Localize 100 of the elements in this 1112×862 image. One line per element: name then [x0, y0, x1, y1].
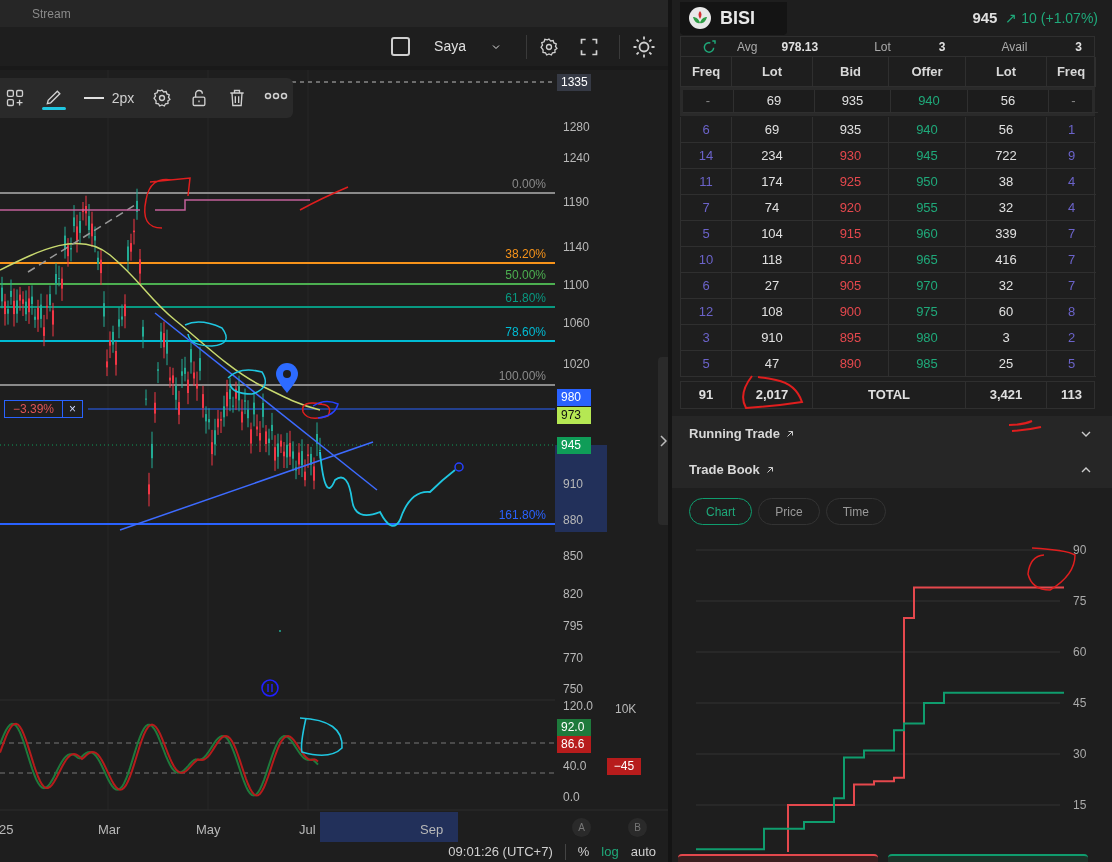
table-cell: 27: [732, 273, 813, 299]
collapse-handle[interactable]: [658, 357, 668, 525]
axis-label: 90: [1073, 543, 1087, 557]
table-cell[interactable]: 930: [813, 143, 889, 169]
table-cell[interactable]: 955: [889, 195, 966, 221]
action-button[interactable]: [888, 854, 1088, 862]
table-cell[interactable]: 910: [813, 247, 889, 273]
table-cell[interactable]: 915: [813, 221, 889, 247]
table-cell[interactable]: 965: [889, 247, 966, 273]
trend-line[interactable]: [119, 441, 374, 531]
tab-title[interactable]: Stream: [32, 4, 71, 23]
horizontal-line[interactable]: [0, 199, 311, 211]
axis-label: 60: [1073, 645, 1087, 659]
table-cell: 234: [732, 143, 813, 169]
freehand-annotation[interactable]: [299, 186, 349, 211]
trend-line[interactable]: [27, 204, 136, 273]
table-cell[interactable]: 940: [889, 117, 966, 143]
account-dropdown[interactable]: Saya: [422, 36, 514, 57]
table-cell: 69: [732, 117, 813, 143]
table-cell[interactable]: 940: [891, 90, 968, 113]
freehand-annotation[interactable]: [312, 400, 339, 419]
table-cell: 7: [1047, 247, 1096, 273]
table-cell[interactable]: 960: [889, 221, 966, 247]
volume-label: 10K: [615, 701, 637, 718]
line-width-button[interactable]: 2px: [83, 87, 135, 109]
table-cell: 6: [681, 117, 732, 143]
freehand-annotation[interactable]: [301, 402, 331, 419]
location-pin-icon[interactable]: [276, 363, 298, 393]
oscillator-label: 120.0: [563, 699, 594, 713]
settings-icon[interactable]: [539, 36, 559, 57]
oscillator-badge: 92.0: [557, 719, 591, 736]
ticker-symbol: BISI: [720, 6, 755, 30]
freehand-annotation[interactable]: [184, 321, 227, 347]
table-cell[interactable]: 895: [813, 325, 889, 351]
table-cell: 32: [966, 273, 1047, 299]
table-cell[interactable]: 985: [889, 351, 966, 377]
table-cell[interactable]: 920: [813, 195, 889, 221]
price-label: 770: [563, 651, 584, 665]
add-widget-icon[interactable]: [5, 88, 25, 108]
table-cell[interactable]: 950: [889, 169, 966, 195]
scale-option[interactable]: %: [577, 842, 590, 862]
oscillator-label: 40.0: [563, 759, 587, 773]
table-cell[interactable]: 925: [813, 169, 889, 195]
trend-line[interactable]: [154, 312, 378, 491]
circle-marker-icon[interactable]: [261, 679, 279, 697]
close-button[interactable]: ×: [62, 400, 83, 418]
summary-value: 978.13: [781, 38, 819, 56]
summary-label: Avail: [1001, 38, 1028, 56]
table-cell[interactable]: 890: [813, 351, 889, 377]
checkbox[interactable]: [391, 37, 411, 56]
table-cell[interactable]: 970: [889, 273, 966, 299]
price-change: ↗ 10 (+1.07%): [1005, 8, 1098, 28]
price-label: 910: [563, 477, 584, 491]
sun-icon[interactable]: [632, 34, 656, 59]
table-cell: 56: [966, 117, 1047, 143]
total-cell: 91: [681, 382, 732, 408]
fibonacci-label: 38.20%: [505, 247, 546, 261]
table-cell[interactable]: 900: [813, 299, 889, 325]
total-cell: 3,421: [966, 382, 1047, 408]
table-cell: 60: [966, 299, 1047, 325]
scale-button[interactable]: B: [628, 818, 647, 837]
table-cell: 108: [732, 299, 813, 325]
table-cell: 416: [966, 247, 1047, 273]
action-button[interactable]: [678, 854, 878, 862]
table-cell[interactable]: 935: [815, 90, 891, 113]
axis-label: 75: [1073, 594, 1087, 608]
table-cell[interactable]: 935: [813, 117, 889, 143]
freehand-annotation[interactable]: [144, 177, 191, 229]
scale-button[interactable]: A: [572, 818, 591, 837]
table-cell[interactable]: 945: [889, 143, 966, 169]
table-cell[interactable]: 980: [889, 325, 966, 351]
fullscreen-icon[interactable]: [579, 36, 599, 57]
measure-value: −3.39%: [12, 401, 56, 418]
price-label: 1240: [563, 151, 590, 165]
time-label: Mar: [98, 821, 121, 839]
refresh-icon[interactable]: [701, 38, 717, 55]
section-header[interactable]: Running Trade: [672, 416, 1112, 452]
table-cell: 4: [1047, 195, 1096, 221]
table-cell: 118: [732, 247, 813, 273]
table-cell[interactable]: 975: [889, 299, 966, 325]
anchor-point[interactable]: [454, 462, 464, 472]
table-cell: 56: [968, 90, 1049, 113]
total-label: TOTAL: [813, 382, 966, 408]
table-cell[interactable]: 905: [813, 273, 889, 299]
time-label: 25: [0, 821, 14, 839]
table-cell: 1: [1047, 117, 1096, 143]
time-label: Sep: [420, 821, 444, 839]
table-cell: 2: [1047, 325, 1096, 351]
settings-icon[interactable]: [151, 88, 172, 108]
freehand-annotation[interactable]: [319, 451, 456, 527]
freehand-annotation[interactable]: [227, 369, 267, 395]
price-badge: 973: [557, 407, 591, 424]
scale-option[interactable]: auto: [630, 842, 656, 862]
scale-option[interactable]: log: [601, 842, 619, 862]
table-cell: 12: [681, 299, 732, 325]
freehand-annotation: [1008, 419, 1044, 433]
table-cell: 3: [966, 325, 1047, 351]
section-header[interactable]: Trade Book: [672, 452, 1112, 488]
freehand-annotation[interactable]: [299, 717, 343, 756]
table-cell: 5: [681, 351, 732, 377]
